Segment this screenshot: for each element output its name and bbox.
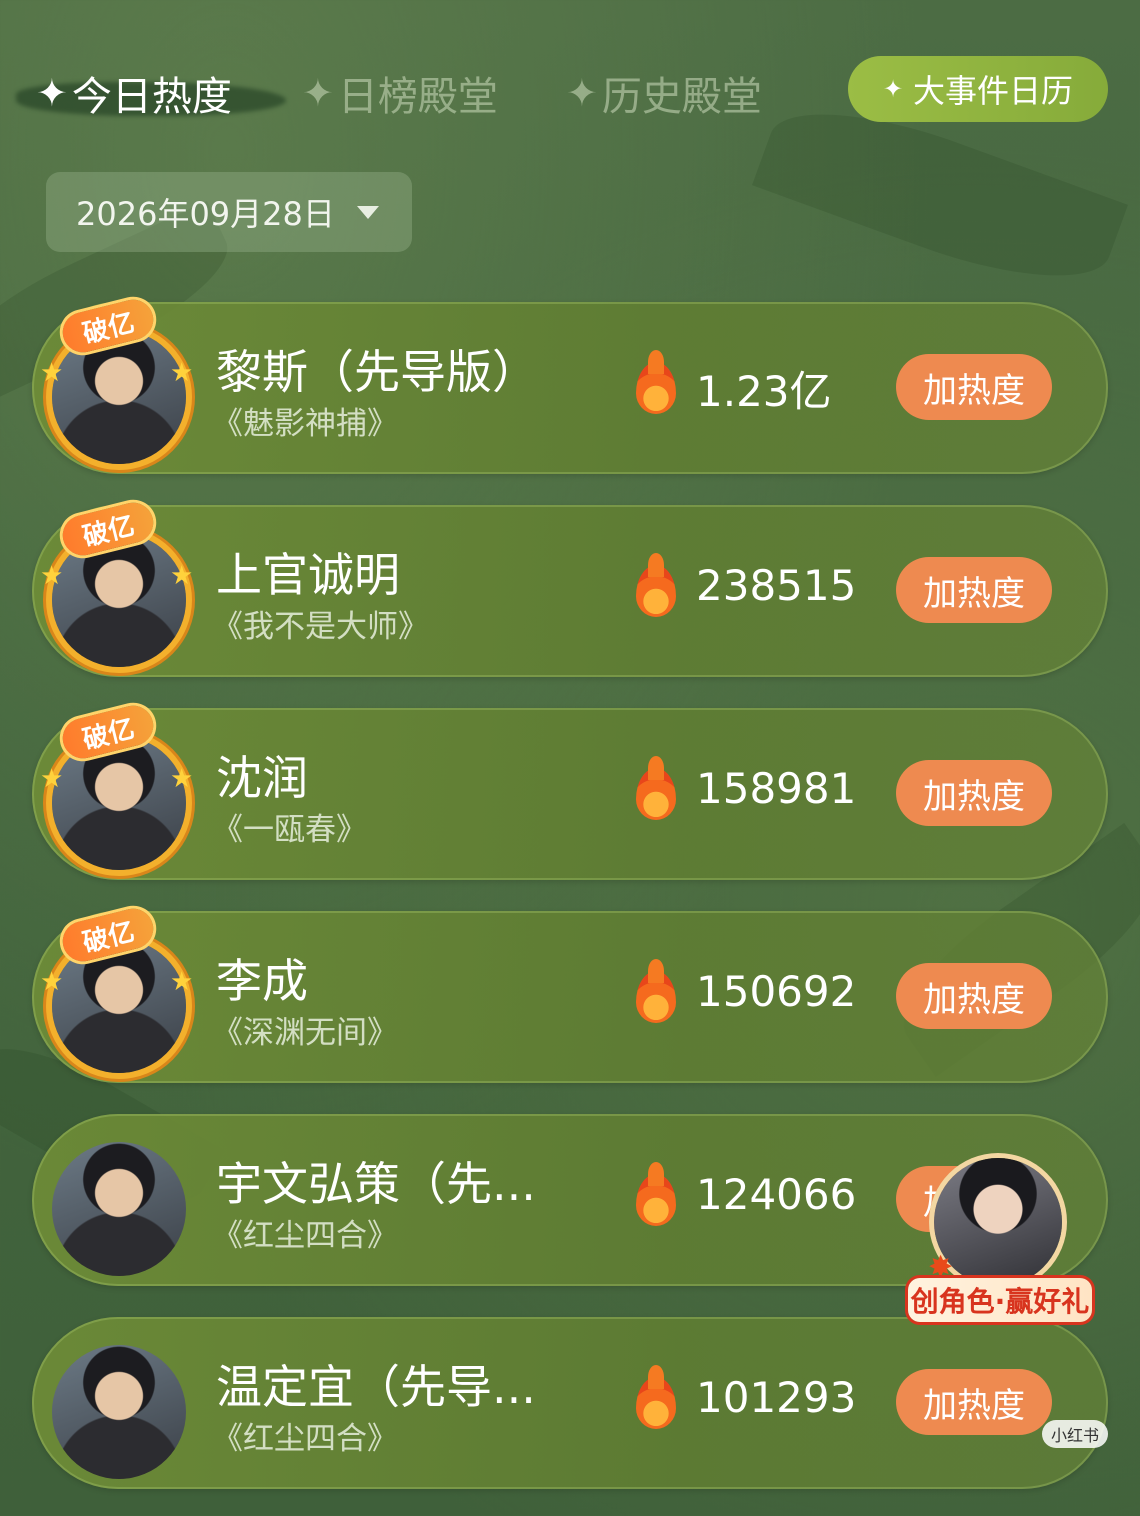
star-icon: ★: [170, 358, 194, 388]
caret-down-icon: [356, 205, 379, 219]
character-name: 沈润: [216, 751, 308, 805]
event-calendar-button[interactable]: ✦ 大事件日历: [848, 56, 1108, 122]
ranking-row[interactable]: ★ ★ 破亿 上官诚明 《我不是大师》 238515 加热度: [32, 498, 1108, 677]
tab-label: 历史殿堂: [601, 74, 762, 120]
tab-daily-hall[interactable]: ✦ 日榜殿堂: [302, 64, 498, 122]
ranking-row[interactable]: ★ ★ 破亿 李成 《深渊无间》 150692 加热度: [32, 904, 1108, 1083]
create-character-promo[interactable]: ✸ 创角色·赢好礼: [904, 1150, 1094, 1326]
drama-title: 《红尘四合》: [212, 1421, 398, 1457]
add-heat-button[interactable]: 加热度: [896, 1369, 1052, 1435]
tab-today-heat[interactable]: ✦ 今日热度: [16, 64, 286, 122]
sparkle-icon: ✦: [882, 75, 904, 103]
ranking-row[interactable]: 温定宜（先导... 《红尘四合》 101293 加热度: [32, 1317, 1108, 1489]
star-icon: ★: [40, 358, 64, 388]
character-name: 李成: [216, 954, 308, 1008]
character-name: 黎斯（先导版）: [216, 345, 538, 399]
heat-value: 158981: [696, 764, 857, 813]
fire-icon: [636, 553, 676, 617]
sparkle-icon: ✦: [36, 71, 68, 115]
avatar-frame: ★ ★ 破亿: [40, 904, 194, 1081]
add-heat-button[interactable]: 加热度: [896, 354, 1052, 420]
fire-icon: [636, 1162, 676, 1226]
heat-value: 238515: [696, 561, 857, 610]
heat-value: 124066: [696, 1170, 857, 1219]
sparkle-icon: ✦: [566, 71, 598, 115]
event-calendar-label: 大事件日历: [913, 72, 1074, 110]
date-selector[interactable]: 2026年09月28日: [46, 172, 412, 252]
drama-title: 《魅影神捕》: [212, 406, 398, 442]
star-icon: ★: [170, 764, 194, 794]
avatar[interactable]: [52, 330, 186, 464]
star-icon: ★: [170, 967, 194, 997]
avatar[interactable]: [52, 736, 186, 870]
ranking-row[interactable]: ★ ★ 破亿 黎斯（先导版） 《魅影神捕》 1.23亿 加热度: [32, 295, 1108, 474]
drama-title: 《一瓯春》: [212, 812, 367, 848]
avatar-frame: ★ ★ 破亿: [40, 498, 194, 675]
drama-title: 《我不是大师》: [212, 609, 429, 645]
promo-label: 创角色·赢好礼: [908, 1278, 1092, 1322]
tab-label: 今日热度: [71, 74, 232, 120]
ranking-row[interactable]: ★ ★ 破亿 沈润 《一瓯春》 158981 加热度: [32, 701, 1108, 880]
drama-title: 《红尘四合》: [212, 1218, 398, 1254]
add-heat-button[interactable]: 加热度: [896, 760, 1052, 826]
avatar[interactable]: [52, 939, 186, 1073]
avatar[interactable]: [52, 533, 186, 667]
avatar[interactable]: [52, 1142, 186, 1276]
date-value: 2026年09月28日: [76, 195, 335, 233]
add-heat-button[interactable]: 加热度: [896, 963, 1052, 1029]
tab-label: 日榜殿堂: [337, 74, 498, 120]
fire-icon: [636, 1365, 676, 1429]
fire-icon: [636, 959, 676, 1023]
avatar-frame: ★ ★ 破亿: [40, 701, 194, 878]
character-name: 上官诚明: [216, 548, 400, 602]
fire-icon: [636, 756, 676, 820]
heat-value: 150692: [696, 967, 857, 1016]
character-name: 宇文弘策（先...: [216, 1157, 536, 1211]
avatar[interactable]: [52, 1345, 186, 1479]
star-icon: ★: [170, 561, 194, 591]
avatar-frame: ★ ★ 破亿: [40, 295, 194, 472]
character-name: 温定宜（先导...: [216, 1360, 536, 1414]
fire-icon: [636, 350, 676, 414]
tab-bar: ✦ 今日热度 ✦ 日榜殿堂 ✦ 历史殿堂 ✦ 大事件日历: [16, 56, 1124, 122]
star-icon: ★: [40, 764, 64, 794]
drama-title: 《深渊无间》: [212, 1015, 398, 1051]
promo-avatar: [934, 1158, 1062, 1286]
watermark-logo: 小红书: [1042, 1420, 1108, 1448]
heat-value: 1.23亿: [696, 367, 832, 416]
avatar-frame: [44, 1134, 194, 1284]
star-icon: ★: [40, 561, 64, 591]
star-icon: ★: [40, 967, 64, 997]
add-heat-button[interactable]: 加热度: [896, 557, 1052, 623]
heat-value: 101293: [696, 1373, 857, 1422]
tab-history-hall[interactable]: ✦ 历史殿堂: [566, 64, 762, 122]
avatar-frame: [44, 1337, 194, 1487]
sparkle-icon: ✦: [302, 71, 334, 115]
